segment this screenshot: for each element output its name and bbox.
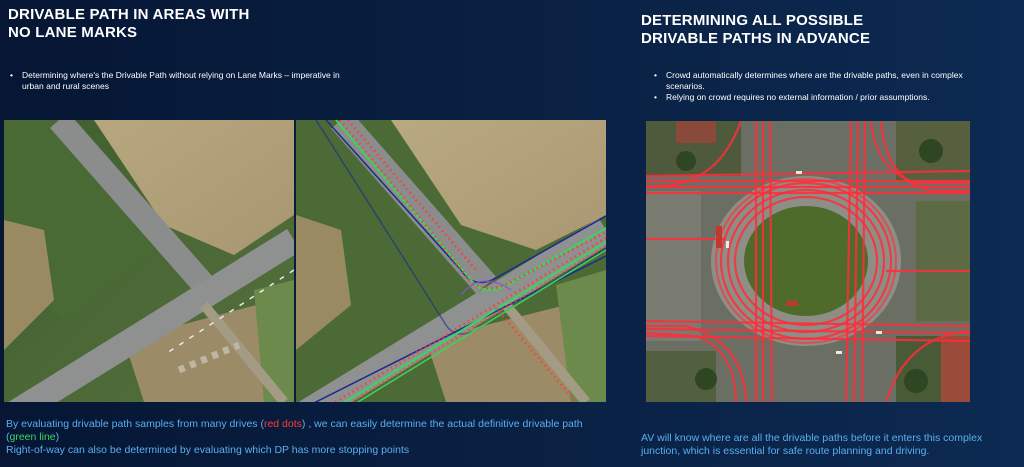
left-caption-text-1: By evaluating drivable path samples from…	[6, 418, 264, 430]
right-bullet-item-2: Relying on crowd requires no external in…	[650, 92, 1000, 103]
left-bullet-item: Determining where's the Drivable Path wi…	[6, 70, 346, 92]
left-title: DRIVABLE PATH IN AREAS WITH NO LANE MARK…	[8, 6, 250, 41]
right-caption: AV will know where are all the drivable …	[641, 432, 983, 457]
aerial-intersection-raw-image	[4, 120, 294, 402]
left-caption-text-3: )	[55, 431, 60, 443]
red-dots-label: red dots	[263, 418, 302, 430]
right-bullet-list: Crowd automatically determines where are…	[650, 70, 1000, 103]
right-bullet-item-1: Crowd automatically determines where are…	[650, 70, 1000, 92]
green-line-label: green line	[9, 431, 56, 443]
left-caption-line-2: Right-of-way can also be determined by e…	[6, 444, 410, 456]
aerial-roundabout-image	[646, 121, 970, 402]
left-bullet-list: Determining where's the Drivable Path wi…	[6, 70, 346, 92]
left-caption: By evaluating drivable path samples from…	[6, 418, 606, 457]
right-title: DETERMINING ALL POSSIBLE DRIVABLE PATHS …	[641, 12, 871, 47]
aerial-intersection-annotated-image	[296, 120, 606, 402]
